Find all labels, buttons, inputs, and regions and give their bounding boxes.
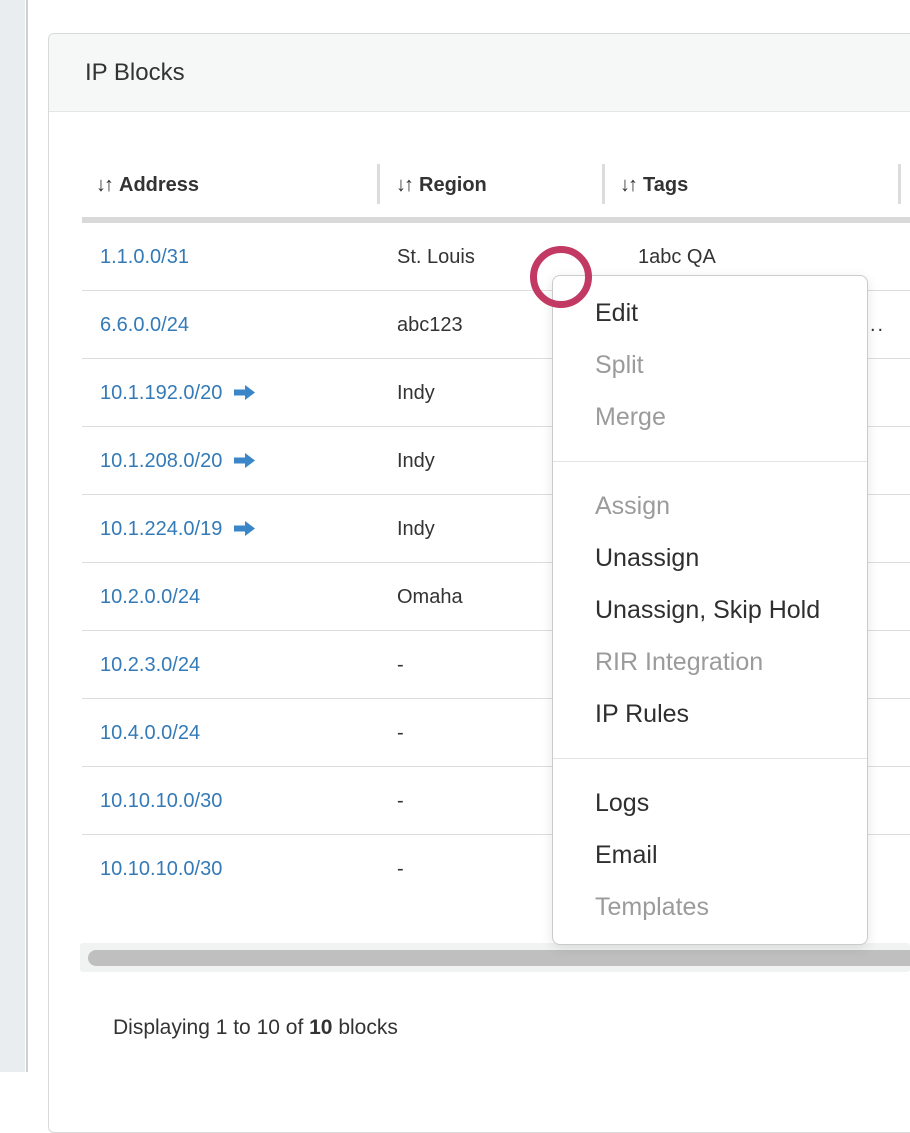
context-menu: EditSplitMerge AssignUnassignUnassign, Sk… xyxy=(552,275,868,945)
column-header-address[interactable]: ↓↑ Address xyxy=(96,170,199,200)
address-cell: 10.4.0.0/24 xyxy=(100,699,200,767)
region-cell: abc123 xyxy=(397,291,463,359)
menu-item-rir-integration: RIR Integration xyxy=(553,636,867,688)
left-sidebar-edge xyxy=(0,0,25,1072)
record-count-summary: Displaying 1 to 10 of 10 blocks xyxy=(113,1016,398,1040)
menu-item-assign: Assign xyxy=(553,480,867,532)
menu-item-unassign-skip-hold[interactable]: Unassign, Skip Hold xyxy=(553,584,867,636)
sort-icon[interactable]: ↓↑ xyxy=(396,174,412,196)
summary-suffix: blocks xyxy=(332,1016,397,1039)
column-header-label: Tags xyxy=(643,174,688,196)
page: IP Blocks ↓↑ Address ↓↑ Region ↓↑ Tags 1.1.… xyxy=(0,0,910,1072)
ip-address-link[interactable]: 10.1.208.0/20 xyxy=(100,450,222,472)
menu-item-merge: Merge xyxy=(553,391,867,443)
region-cell: - xyxy=(397,835,404,903)
column-divider xyxy=(377,164,380,204)
page-title: IP Blocks xyxy=(85,59,185,87)
column-header-label: Region xyxy=(419,174,487,196)
ip-address-link[interactable]: 10.1.224.0/19 xyxy=(100,518,222,540)
sort-icon[interactable]: ↓↑ xyxy=(96,174,112,196)
menu-item-templates: Templates xyxy=(553,881,867,933)
address-cell: 1.1.0.0/31 xyxy=(100,223,189,291)
ip-address-link[interactable]: 10.10.10.0/30 xyxy=(100,858,222,880)
column-header-label: Address xyxy=(119,174,199,196)
summary-count: 10 xyxy=(309,1016,332,1039)
menu-item-unassign[interactable]: Unassign xyxy=(553,532,867,584)
summary-prefix: Displaying 1 to 10 of xyxy=(113,1016,309,1039)
region-cell: Indy xyxy=(397,427,435,495)
column-header-region[interactable]: ↓↑ Region xyxy=(396,170,487,200)
address-cell: 10.10.10.0/30 xyxy=(100,835,222,903)
tags-overflow-fragment: .. xyxy=(870,291,885,359)
address-cell: 10.1.208.0/20 xyxy=(100,427,255,495)
region-cell: - xyxy=(397,767,404,835)
region-cell: Indy xyxy=(397,359,435,427)
address-cell: 10.2.3.0/24 xyxy=(100,631,200,699)
region-cell: St. Louis xyxy=(397,223,475,291)
region-cell: - xyxy=(397,631,404,699)
sort-icon[interactable]: ↓↑ xyxy=(620,174,636,196)
click-indicator-circle xyxy=(530,246,592,308)
menu-item-ip-rules[interactable]: IP Rules xyxy=(553,688,867,740)
menu-item-email[interactable]: Email xyxy=(553,829,867,881)
column-divider xyxy=(602,164,605,204)
ip-address-link[interactable]: 10.2.0.0/24 xyxy=(100,586,200,608)
ip-address-link[interactable]: 6.6.0.0/24 xyxy=(100,314,189,336)
address-cell: 10.1.224.0/19 xyxy=(100,495,255,563)
subassignment-arrow-icon xyxy=(234,496,255,564)
address-cell: 6.6.0.0/24 xyxy=(100,291,189,359)
ip-address-link[interactable]: 10.4.0.0/24 xyxy=(100,722,200,744)
menu-divider xyxy=(553,758,867,759)
horizontal-scrollbar-thumb[interactable] xyxy=(88,950,910,966)
subassignment-arrow-icon xyxy=(234,428,255,496)
menu-item-split: Split xyxy=(553,339,867,391)
ip-address-link[interactable]: 10.10.10.0/30 xyxy=(100,790,222,812)
region-cell: Omaha xyxy=(397,563,463,631)
column-divider xyxy=(898,164,901,204)
ip-address-link[interactable]: 10.1.192.0/20 xyxy=(100,382,222,404)
address-cell: 10.2.0.0/24 xyxy=(100,563,200,631)
ip-address-link[interactable]: 10.2.3.0/24 xyxy=(100,654,200,676)
panel-header: IP Blocks xyxy=(49,34,910,112)
subassignment-arrow-icon xyxy=(234,360,255,428)
menu-item-logs[interactable]: Logs xyxy=(553,777,867,829)
region-cell: Indy xyxy=(397,495,435,563)
menu-divider xyxy=(553,461,867,462)
address-cell: 10.1.192.0/20 xyxy=(100,359,255,427)
column-header-tags[interactable]: ↓↑ Tags xyxy=(620,170,688,200)
address-cell: 10.10.10.0/30 xyxy=(100,767,222,835)
left-sidebar-divider xyxy=(26,0,28,1072)
region-cell: - xyxy=(397,699,404,767)
ip-address-link[interactable]: 1.1.0.0/31 xyxy=(100,246,189,268)
menu-item-edit[interactable]: Edit xyxy=(553,287,867,339)
